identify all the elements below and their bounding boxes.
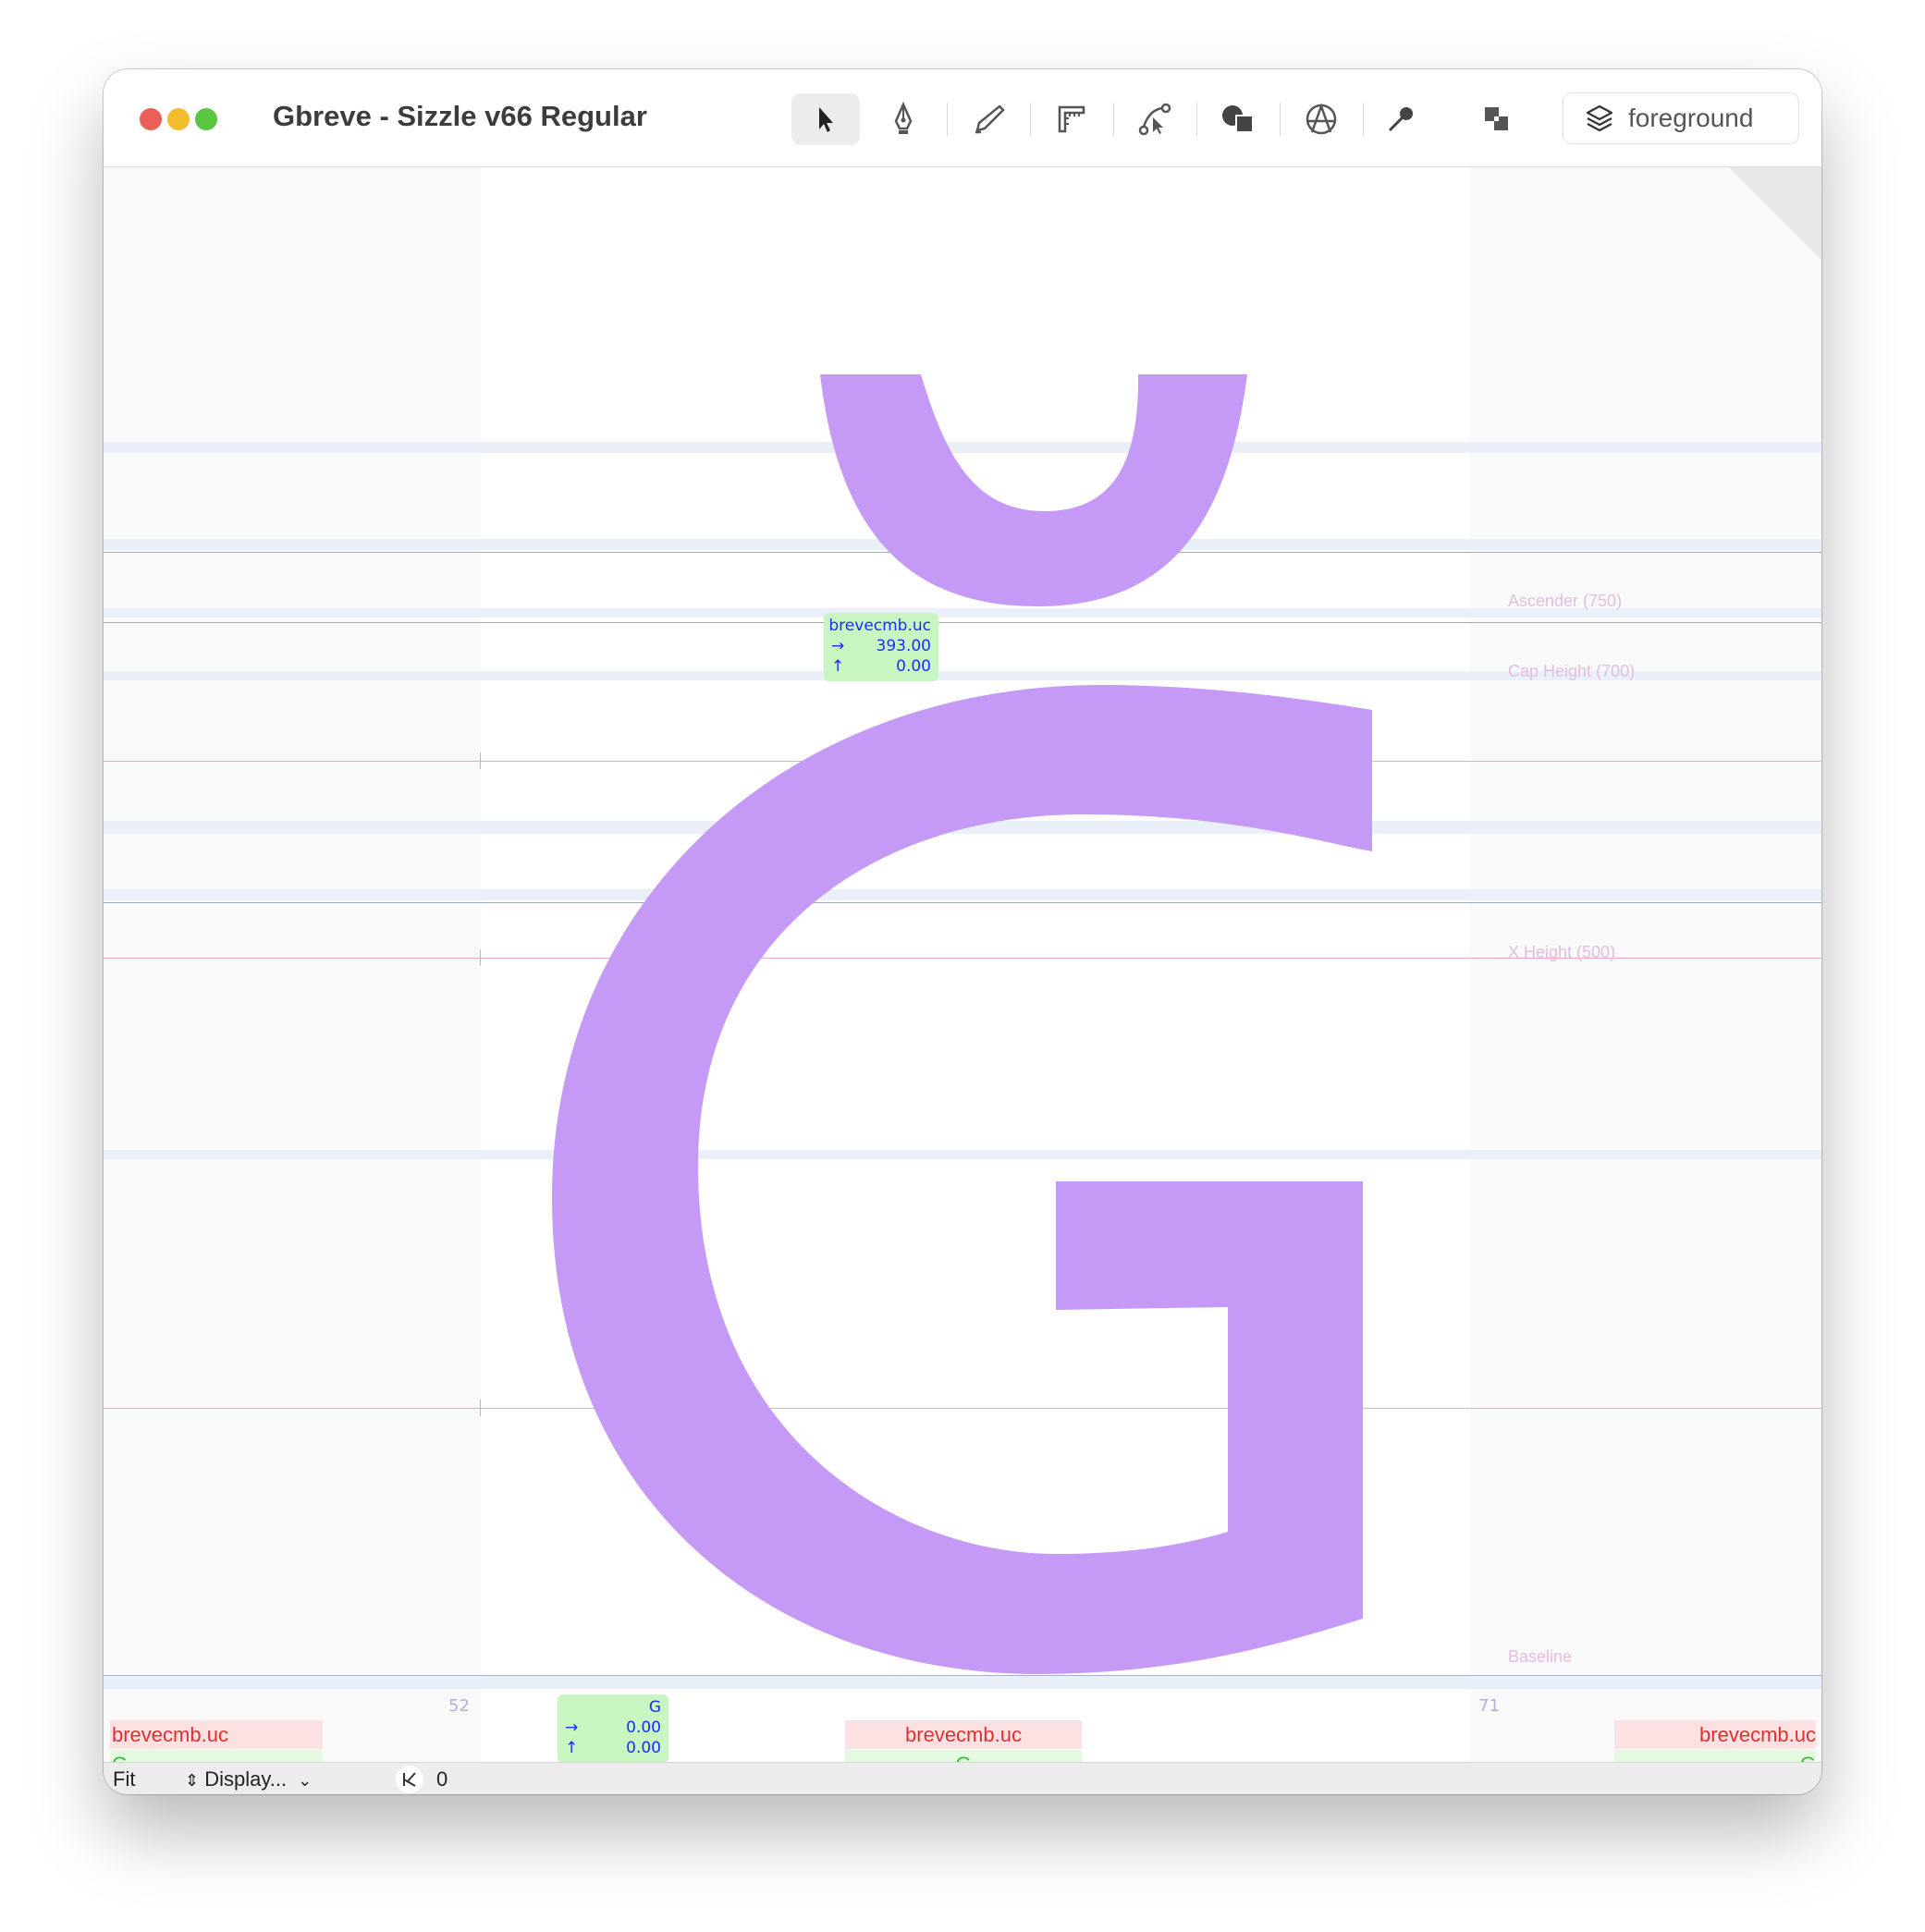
kerning-glyph-icon: [403, 1772, 416, 1787]
y-offset-value: 0.00: [626, 1739, 661, 1757]
pointer-tool[interactable]: [791, 93, 860, 145]
right-base-glyph[interactable]: G: [1614, 1750, 1816, 1762]
x-offset-value: 0.00: [626, 1718, 661, 1737]
shapes-icon: [1222, 105, 1254, 133]
kerning-value[interactable]: 0: [436, 1767, 448, 1791]
breve-component: [820, 374, 1247, 606]
right-sidebearing-number: 71: [1478, 1696, 1500, 1716]
kerning-icon[interactable]: [396, 1766, 423, 1793]
layer-selector[interactable]: foreground: [1563, 92, 1799, 144]
center-glyph-name[interactable]: brevecmb.uc: [845, 1720, 1082, 1749]
close-window-button[interactable]: [140, 108, 162, 130]
knife-icon: [975, 104, 1005, 134]
minimize-window-button[interactable]: [167, 108, 190, 130]
ruler-icon: [1058, 105, 1085, 133]
x-offset-value: 393.00: [876, 637, 931, 655]
display-popup[interactable]: ⇕ Display... ⌄: [185, 1767, 312, 1791]
toolbar-separator: [1363, 103, 1364, 136]
pipette-tool[interactable]: [1367, 93, 1435, 145]
toolbar-separator: [1280, 103, 1281, 136]
pen-tool[interactable]: [869, 93, 938, 145]
anchor-tool[interactable]: [1287, 93, 1355, 145]
y-offset-value: 0.00: [896, 657, 931, 676]
y-offset-icon: ↑: [565, 1739, 579, 1757]
measure-tool[interactable]: [1037, 93, 1106, 145]
x-offset-icon: →: [565, 1718, 579, 1737]
component-badge-breve[interactable]: brevecmb.uc → 393.00 ↑ 0.00: [824, 613, 938, 681]
chevron-down-icon: ⌄: [298, 1771, 313, 1790]
title-bar: Gbreve - Sizzle v66 Regular foreground: [104, 69, 1821, 167]
left-sidebearing-number: 52: [448, 1696, 470, 1716]
layer-name: foreground: [1628, 104, 1754, 132]
anchor-target-icon: [1306, 103, 1337, 135]
updown-chevron-icon: ⇕: [185, 1771, 200, 1790]
component-name: brevecmb.uc: [828, 617, 931, 635]
zoom-fit-button[interactable]: Fit: [113, 1767, 135, 1791]
component-badge-g[interactable]: G → 0.00 ↑ 0.00: [558, 1694, 668, 1762]
status-bar: Fit ⇕ Display... ⌄ 0: [104, 1762, 1821, 1794]
toolbar-separator: [1030, 103, 1031, 136]
node-tool[interactable]: [1121, 93, 1189, 145]
layers-icon: [1586, 104, 1613, 132]
overlap-tool[interactable]: [1463, 93, 1531, 145]
window-title: Gbreve - Sizzle v66 Regular: [273, 100, 647, 132]
y-offset-icon: ↑: [831, 657, 845, 676]
toolbar-separator: [1196, 103, 1197, 136]
toolbar-separator: [1113, 103, 1114, 136]
glyph-editor-window: Gbreve - Sizzle v66 Regular foreground A…: [104, 69, 1821, 1794]
left-glyph-name[interactable]: brevecmb.uc: [110, 1720, 323, 1749]
left-base-glyph[interactable]: G: [110, 1750, 323, 1762]
knife-tool[interactable]: [954, 93, 1023, 145]
pointer-icon: [819, 107, 833, 132]
display-label: Display...: [204, 1767, 288, 1791]
zoom-window-button[interactable]: [195, 108, 217, 130]
toolbar-separator: [947, 103, 948, 136]
x-offset-icon: →: [831, 637, 845, 655]
g-component: [552, 685, 1372, 1674]
pen-icon: [894, 101, 913, 134]
pipette-icon: [1388, 107, 1413, 132]
component-name: G: [648, 1698, 661, 1717]
right-glyph-name[interactable]: brevecmb.uc: [1614, 1720, 1816, 1749]
node-edit-icon: [1138, 103, 1171, 136]
glyph-outline: [552, 374, 1372, 1674]
center-base-glyph[interactable]: G: [845, 1750, 1082, 1762]
glyph-canvas[interactable]: Ascender (750) Cap Height (700) X Height…: [104, 167, 1821, 1762]
shapes-tool[interactable]: [1204, 93, 1272, 145]
overlap-icon: [1485, 107, 1508, 130]
